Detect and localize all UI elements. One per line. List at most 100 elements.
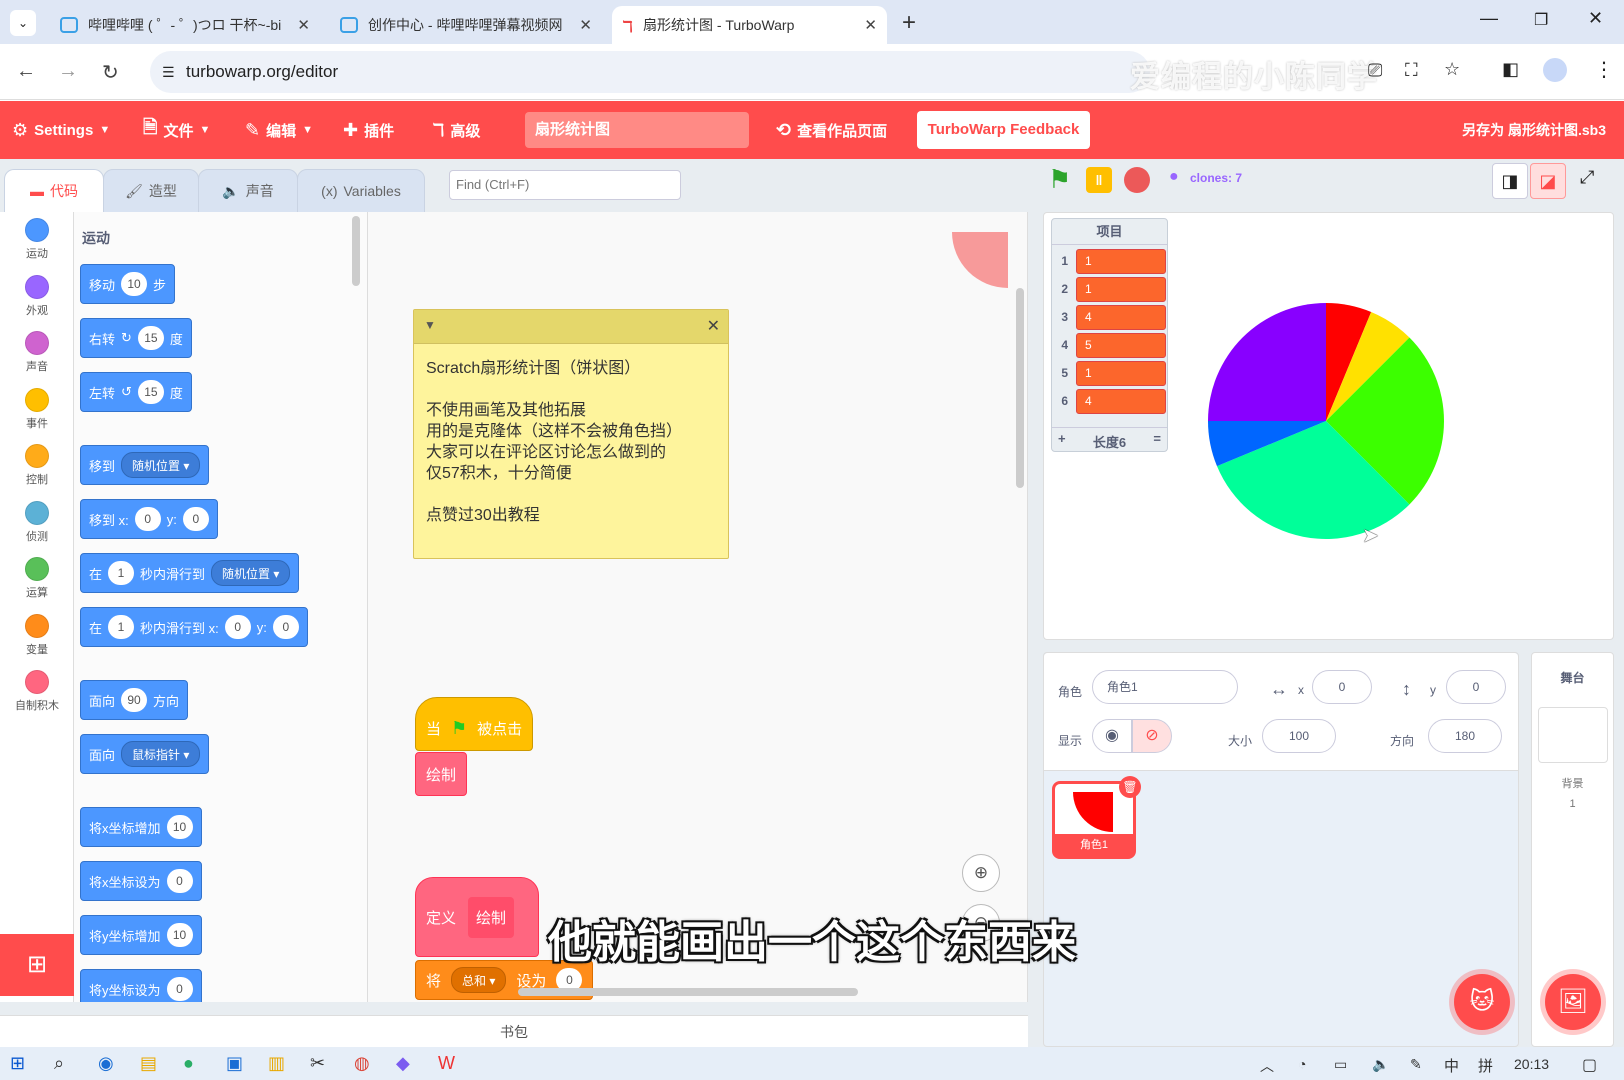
restore-icon[interactable]: ❐ xyxy=(1534,10,1548,30)
glide-dropdown[interactable]: 随机位置 ▾ xyxy=(211,560,291,586)
category-variables[interactable]: 变量 xyxy=(0,614,74,657)
backpack-bar[interactable]: 书包 xyxy=(0,1015,1028,1047)
category-my-blocks[interactable]: 自制积木 xyxy=(0,670,74,713)
pause-icon[interactable]: ‖ xyxy=(1086,167,1112,193)
sprite-thumbnail[interactable]: 角色1 🗑 xyxy=(1052,776,1141,859)
list-value[interactable]: 4 xyxy=(1076,305,1166,330)
edge-icon[interactable]: ◉ xyxy=(98,1053,114,1074)
block-point-direction[interactable]: 面向 90 方向 xyxy=(80,680,189,720)
list-monitor[interactable]: 项目 11 21 34 45 51 64 + 长度6 = xyxy=(1051,218,1168,452)
search-icon[interactable]: ⌕ xyxy=(54,1053,64,1074)
list-value[interactable]: 5 xyxy=(1076,333,1166,358)
forward-icon[interactable]: → xyxy=(58,60,78,83)
feedback-button[interactable]: TurboWarp Feedback xyxy=(917,111,1090,149)
x-input[interactable]: 0 xyxy=(224,615,251,639)
battery-icon[interactable]: ▭ xyxy=(1334,1056,1347,1073)
notification-icon[interactable]: ▢ xyxy=(1582,1055,1597,1075)
list-item[interactable]: 34 xyxy=(1056,305,1166,331)
block-change-x[interactable]: 将x坐标增加 10 xyxy=(80,807,202,847)
minimize-icon[interactable]: — xyxy=(1480,8,1498,29)
add-backdrop-button[interactable]: 🖼 xyxy=(1545,974,1601,1030)
block-turn-left[interactable]: 左转 ↺ 15 度 xyxy=(80,372,192,412)
more-menu-icon[interactable]: ⋮ xyxy=(1594,57,1614,82)
browser-tab-bilibili[interactable]: 哔哩哔哩 ( ゜- ゜)つロ 干杯~-bi ✕ xyxy=(50,6,320,44)
number-input[interactable]: 90 xyxy=(121,688,148,712)
ime-layout[interactable]: 拼 xyxy=(1478,1055,1493,1076)
chrome-icon[interactable]: ◍ xyxy=(354,1053,370,1074)
show-visible-button[interactable]: ◉ xyxy=(1092,719,1132,753)
list-item[interactable]: 64 xyxy=(1056,389,1166,415)
category-motion[interactable]: 运动 xyxy=(0,218,74,261)
workspace-vscrollbar[interactable] xyxy=(1016,288,1024,488)
project-title-input[interactable]: 扇形统计图 xyxy=(525,112,749,148)
add-sprite-button[interactable]: 🐱 xyxy=(1454,974,1510,1030)
list-item[interactable]: 45 xyxy=(1056,333,1166,359)
category-operators[interactable]: 运算 xyxy=(0,557,74,600)
sprite-name-input[interactable]: 角色1 xyxy=(1092,670,1238,704)
stop-icon[interactable] xyxy=(1124,167,1150,193)
settings-menu[interactable]: ⚙ Settings ▼ xyxy=(12,101,110,159)
list-value[interactable]: 1 xyxy=(1076,249,1166,274)
number-input[interactable]: 0 xyxy=(166,869,193,893)
app-icon[interactable]: ▣ xyxy=(226,1053,243,1074)
block-goto-xy[interactable]: 移到 x: 0 y: 0 xyxy=(80,499,218,539)
tab-costumes[interactable]: 🖌 造型 xyxy=(103,169,199,213)
ime-mode[interactable]: 中 xyxy=(1444,1055,1459,1076)
category-events[interactable]: 事件 xyxy=(0,388,74,431)
profile-avatar[interactable] xyxy=(1543,58,1567,82)
pointto-dropdown[interactable]: 鼠标指针 ▾ xyxy=(121,741,201,767)
block-glide-xy[interactable]: 在 1 秒内滑行到 x: 0 y: 0 xyxy=(80,607,308,647)
goto-dropdown[interactable]: 随机位置 ▾ xyxy=(121,452,201,478)
new-tab-icon[interactable]: + xyxy=(902,9,916,37)
add-extension-button[interactable]: ⊞ xyxy=(0,934,74,996)
note-body[interactable]: Scratch扇形统计图（饼状图） 不使用画笔及其他拓展 用的是克隆体（这样不会… xyxy=(414,344,728,540)
side-panel-icon[interactable]: ◧ xyxy=(1502,59,1519,80)
chevron-up-icon[interactable]: ︿ xyxy=(1260,1056,1274,1076)
tab-list-dropdown-icon[interactable]: ⌄ xyxy=(10,10,36,36)
block-point-towards[interactable]: 面向 鼠标指针 ▾ xyxy=(80,734,210,774)
number-input[interactable]: 1 xyxy=(108,615,135,639)
list-item[interactable]: 11 xyxy=(1056,249,1166,275)
reload-icon[interactable]: ↻ xyxy=(102,60,119,85)
define-draw-block[interactable]: 定义 绘制 xyxy=(415,877,539,957)
close-tab-icon[interactable]: ✕ xyxy=(864,16,877,34)
close-tab-icon[interactable]: ✕ xyxy=(297,16,310,34)
wifi-icon[interactable]: ◔ xyxy=(1298,1056,1306,1072)
fullscreen-icon[interactable]: ⤢ xyxy=(1580,167,1594,188)
block-turn-right[interactable]: 右转 ↻ 15 度 xyxy=(80,318,192,358)
palette-scrollbar[interactable] xyxy=(352,216,360,286)
app-icon[interactable]: ◆ xyxy=(396,1053,410,1074)
category-sensing[interactable]: 侦测 xyxy=(0,501,74,544)
number-input[interactable]: 10 xyxy=(166,815,193,839)
delete-sprite-icon[interactable]: 🗑 xyxy=(1119,776,1141,798)
stage-selector[interactable]: 舞台 背景 1 🖼 xyxy=(1531,652,1614,1047)
find-input[interactable]: Find (Ctrl+F) xyxy=(449,170,681,200)
screenshot-icon[interactable]: ⎚ xyxy=(1368,60,1382,81)
variable-dropdown[interactable]: 总和 ▾ xyxy=(451,967,507,993)
number-input[interactable]: 15 xyxy=(137,380,164,404)
bookmark-star-icon[interactable]: ☆ xyxy=(1444,59,1460,80)
save-as-label[interactable]: 另存为 扇形统计图.sb3 xyxy=(1462,101,1606,159)
call-draw-block[interactable]: 绘制 xyxy=(415,752,468,796)
wechat-icon[interactable]: ● xyxy=(183,1053,194,1074)
hide-button[interactable]: ⊘ xyxy=(1132,719,1172,753)
edit-menu[interactable]: ✎ 编辑 ▼ xyxy=(245,101,313,159)
browser-tab-creator[interactable]: 创作中心 - 哔哩哔哩弹幕视频网 ✕ xyxy=(330,6,602,44)
close-window-icon[interactable]: ✕ xyxy=(1588,8,1603,29)
script-workspace[interactable]: ▼ ✕ Scratch扇形统计图（饼状图） 不使用画笔及其他拓展 用的是克隆体（… xyxy=(368,212,1028,1002)
back-icon[interactable]: ← xyxy=(16,60,36,83)
size-input[interactable]: 100 xyxy=(1262,719,1336,753)
list-item[interactable]: 21 xyxy=(1056,277,1166,303)
windows-start-icon[interactable]: ⊞ xyxy=(10,1053,25,1074)
x-input[interactable]: 0 xyxy=(1312,670,1372,704)
list-item[interactable]: 51 xyxy=(1056,361,1166,387)
small-stage-icon[interactable]: ◨ xyxy=(1492,163,1528,199)
zoom-in-icon[interactable]: ⊕ xyxy=(962,854,1000,892)
explorer-icon[interactable]: ▤ xyxy=(140,1053,157,1074)
collapse-icon[interactable]: ▼ xyxy=(424,318,436,332)
list-value[interactable]: 1 xyxy=(1076,361,1166,386)
direction-input[interactable]: 180 xyxy=(1428,719,1502,753)
site-info-icon[interactable]: ☰ xyxy=(162,51,175,93)
block-goto[interactable]: 移到 随机位置 ▾ xyxy=(80,445,210,485)
clock[interactable]: 20:13 xyxy=(1514,1056,1549,1072)
